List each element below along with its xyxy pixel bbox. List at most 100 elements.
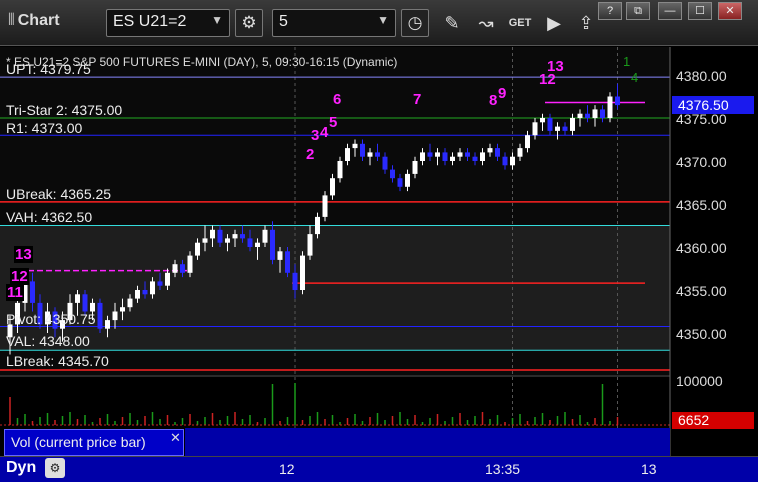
close-icon[interactable]: ✕: [170, 430, 181, 446]
candle-body: [375, 152, 380, 157]
candle-body: [285, 251, 290, 273]
candle-body: [480, 152, 485, 161]
level-label-r1: R1: 4373.00: [6, 120, 83, 136]
level-label-upt: UPT: 4379.75: [6, 61, 91, 77]
candle-body: [247, 238, 253, 247]
level-label-tristar: Tri-Star 2: 4375.00: [6, 102, 123, 118]
candle-body: [345, 148, 350, 161]
count-label: 12: [10, 268, 29, 285]
level-label-val: VAL: 4348.00: [6, 333, 90, 349]
count-label: 1: [623, 54, 631, 69]
candle-body: [240, 234, 245, 239]
count-label: 2: [306, 146, 315, 163]
candle-body: [555, 126, 560, 131]
candle-body: [195, 242, 200, 256]
candle-body: [495, 148, 500, 157]
candle-body: [607, 96, 613, 118]
price-tick: 4365.00: [676, 197, 727, 213]
candle-body: [127, 298, 133, 308]
count-label: 13: [547, 58, 564, 75]
candle-body: [120, 307, 125, 312]
candle-body: [472, 156, 478, 161]
candle-body: [225, 238, 230, 243]
price-tick: 4380.00: [676, 68, 727, 84]
candle-body: [262, 229, 268, 243]
candle-body: [150, 281, 155, 295]
candle-body: [570, 118, 575, 131]
candle-body: [157, 281, 163, 286]
candle-body: [547, 118, 553, 131]
candle-body: [487, 148, 493, 153]
candle-body: [577, 113, 583, 118]
candle-body: [105, 320, 110, 329]
candle-body: [397, 178, 403, 187]
level-label-ubreak: UBreak: 4365.25: [6, 186, 112, 202]
time-tick: 12: [279, 461, 295, 477]
candle-body: [255, 242, 260, 247]
candle-body: [517, 148, 523, 157]
level-label-pivot: Pivot: 4350.75: [6, 311, 96, 327]
candle-body: [420, 152, 425, 161]
candle-body: [135, 290, 140, 299]
price-tick: 4350.00: [676, 326, 727, 342]
candle-body: [187, 255, 193, 273]
candle-body: [30, 281, 35, 303]
candle-body: [360, 143, 365, 157]
candle-body: [502, 156, 508, 166]
candle-body: [390, 169, 395, 179]
count-label: 4: [320, 124, 329, 141]
time-tick: 13: [641, 461, 657, 477]
candle-body: [337, 161, 343, 179]
candle-body: [330, 178, 335, 196]
chart-window: ⫴ Chart ES U21=2 ▼ ⚙ 5 ▼ ◷ ✎ ↝ GET ▶ ⇪ ? …: [0, 0, 758, 482]
candle-body: [307, 234, 313, 256]
candle-body: [82, 294, 88, 312]
candle-body: [435, 152, 440, 157]
candle-body: [405, 173, 410, 187]
candle-body: [367, 152, 373, 157]
count-label: 4: [631, 70, 639, 85]
candle-body: [75, 294, 80, 303]
count-label: 3: [311, 127, 320, 144]
candle-body: [180, 264, 185, 273]
level-label-lbreak: LBreak: 4345.70: [6, 353, 109, 369]
candle-body: [277, 251, 283, 260]
candle-body: [465, 152, 470, 157]
candle-body: [450, 156, 455, 161]
candle-body: [592, 109, 598, 118]
candle-body: [352, 143, 358, 149]
count-label: 6: [333, 91, 342, 108]
price-tick: 4355.00: [676, 283, 727, 299]
count-label: 13: [14, 246, 33, 263]
candle-body: [315, 216, 320, 235]
candle-body: [97, 302, 103, 329]
count-label: 5: [329, 114, 338, 131]
candle-body: [510, 156, 515, 166]
volume-study-tab[interactable]: Vol (current price bar): [4, 429, 184, 456]
count-label: 9: [498, 85, 507, 102]
candle-body: [600, 109, 605, 118]
candle-body: [217, 229, 223, 243]
volume-pane-footer: [185, 428, 670, 456]
volume-last-marker: 6652: [672, 412, 754, 429]
candle-body: [300, 255, 305, 290]
count-label: 8: [489, 92, 498, 109]
price-tick: 4370.00: [676, 154, 727, 170]
candle-body: [322, 195, 328, 217]
dynamic-mode-label: Dyn: [6, 459, 37, 476]
candle-body: [615, 96, 620, 106]
candle-body: [172, 264, 178, 273]
price-tick: 4360.00: [676, 240, 727, 256]
count-label: 7: [413, 91, 422, 108]
candle-body: [270, 229, 275, 260]
last-price-marker: 4376.50: [672, 96, 754, 114]
candle-body: [442, 152, 448, 161]
count-label: 11: [6, 284, 24, 301]
volume-study-label: Vol (current price bar): [11, 434, 146, 450]
chart-settings-icon[interactable]: ⚙: [45, 458, 65, 478]
candle-body: [112, 311, 118, 321]
candle-body: [532, 122, 538, 136]
candle-body: [142, 290, 148, 295]
candle-body: [525, 135, 530, 149]
candle-body: [585, 113, 590, 118]
